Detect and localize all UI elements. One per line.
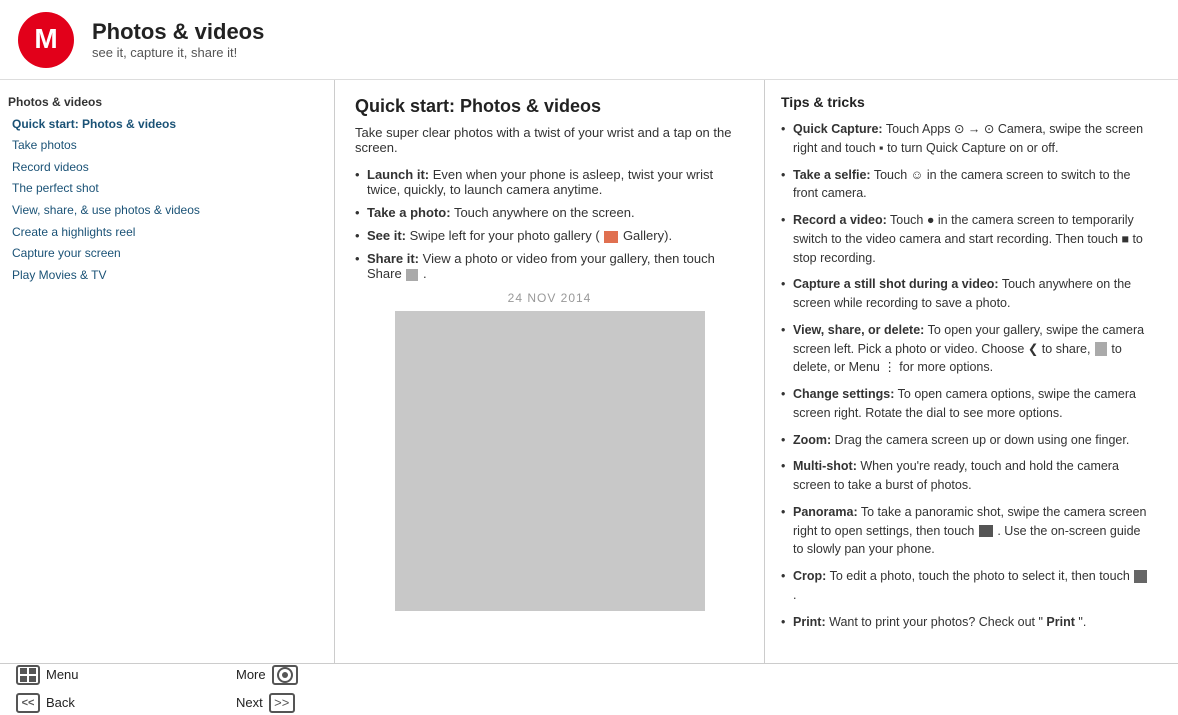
item-label: Share it: [367, 251, 419, 266]
pencil-icon [1134, 570, 1147, 583]
menu-button[interactable]: Menu [12, 663, 212, 687]
tip-label: Quick Capture: [793, 122, 883, 136]
tip-item: Capture a still shot during a video: Tou… [781, 275, 1149, 313]
item-label: Launch it: [367, 167, 429, 182]
back-icon: << [16, 693, 40, 713]
sidebar-item-perfectshot[interactable]: The perfect shot [8, 178, 326, 200]
motorola-logo: M [16, 10, 76, 70]
list-item: Share it: View a photo or video from you… [355, 251, 744, 281]
back-button[interactable]: << Back [12, 691, 212, 715]
panorama-icon [979, 525, 993, 537]
tip-item: Multi-shot: When you're ready, touch and… [781, 457, 1149, 495]
back-label: Back [46, 695, 75, 710]
tips-panel: Tips & tricks Quick Capture: Touch Apps … [765, 80, 1165, 663]
item-text-end: . [423, 266, 427, 281]
tip-label: Record a video: [793, 213, 887, 227]
footer-left: Menu << Back [12, 663, 212, 715]
tip-item: Record a video: Touch ● in the camera sc… [781, 211, 1149, 267]
page-title: Photos & videos [92, 19, 264, 45]
tip-item: Change settings: To open camera options,… [781, 385, 1149, 423]
next-icon: >> [269, 693, 295, 713]
tip-text: To edit a photo, touch the photo to sele… [830, 569, 1134, 583]
tip-text: Want to print your photos? Check out " [829, 615, 1043, 629]
tip-item: Panorama: To take a panoramic shot, swip… [781, 503, 1149, 559]
tip-label: Multi-shot: [793, 459, 857, 473]
date-label: 24 NOV 2014 [355, 291, 744, 305]
item-text: Swipe left for your photo gallery ( [410, 228, 600, 243]
gallery-icon [604, 231, 618, 243]
tips-title: Tips & tricks [781, 94, 1149, 110]
tip-item: View, share, or delete: To open your gal… [781, 321, 1149, 377]
tip-text-end: . [793, 588, 796, 602]
header-text: Photos & videos see it, capture it, shar… [92, 19, 264, 60]
footer: Menu << Back More Next >> [0, 663, 1178, 713]
content-area: Quick start: Photos & videos Take super … [335, 80, 1178, 663]
more-label: More [236, 667, 266, 682]
tip-item: Zoom: Drag the camera screen up or down … [781, 431, 1149, 450]
tip-text: Drag the camera screen up or down using … [835, 433, 1130, 447]
photo-placeholder [395, 311, 705, 611]
tip-item: Print: Want to print your photos? Check … [781, 613, 1149, 632]
item-text-cont: Gallery). [623, 228, 672, 243]
list-item: See it: Swipe left for your photo galler… [355, 228, 744, 243]
header: M Photos & videos see it, capture it, sh… [0, 0, 1178, 80]
sidebar-item-takephotos[interactable]: Take photos [8, 135, 326, 157]
sidebar-item-recordvideos[interactable]: Record videos [8, 157, 326, 179]
menu-icon [16, 665, 40, 685]
print-bold: Print [1046, 615, 1074, 629]
item-text: View a photo or video from your gallery,… [367, 251, 715, 281]
item-label: See it: [367, 228, 406, 243]
delete-icon [1095, 342, 1107, 356]
content-intro: Take super clear photos with a twist of … [355, 125, 744, 155]
svg-text:M: M [34, 23, 57, 54]
tip-label: Print: [793, 615, 826, 629]
content-list: Launch it: Even when your phone is aslee… [355, 167, 744, 281]
list-item: Take a photo: Touch anywhere on the scre… [355, 205, 744, 220]
sidebar-section-title: Photos & videos [8, 92, 326, 114]
tip-text-end: ". [1078, 615, 1086, 629]
next-label: Next [236, 695, 263, 710]
tip-item: Quick Capture: Touch Apps ⊙ → ⊙ Camera, … [781, 120, 1149, 158]
tip-label: Crop: [793, 569, 826, 583]
sidebar-item-playmovies[interactable]: Play Movies & TV [8, 265, 326, 287]
sidebar-item-viewshare[interactable]: View, share, & use photos & videos [8, 200, 326, 222]
more-icon [272, 665, 298, 685]
tip-label: Zoom: [793, 433, 831, 447]
content-title: Quick start: Photos & videos [355, 96, 744, 117]
page-subtitle: see it, capture it, share it! [92, 45, 264, 60]
sidebar: Photos & videos Quick start: Photos & vi… [0, 80, 335, 663]
menu-label: Menu [46, 667, 79, 682]
next-button[interactable]: Next >> [232, 691, 302, 715]
sidebar-item-capturescreen[interactable]: Capture your screen [8, 243, 326, 265]
footer-right: More Next >> [232, 663, 302, 715]
main-layout: Photos & videos Quick start: Photos & vi… [0, 80, 1178, 663]
sidebar-item-quickstart[interactable]: Quick start: Photos & videos [8, 114, 326, 136]
list-item: Launch it: Even when your phone is aslee… [355, 167, 744, 197]
tip-item: Take a selfie: Touch ☺ in the camera scr… [781, 166, 1149, 204]
item-text: Touch anywhere on the screen. [454, 205, 635, 220]
main-content: Quick start: Photos & videos Take super … [335, 80, 765, 663]
item-label: Take a photo: [367, 205, 451, 220]
tip-label: Capture a still shot during a video: [793, 277, 999, 291]
share-icon [406, 269, 418, 281]
tip-label: Take a selfie: [793, 168, 871, 182]
sidebar-item-highlights[interactable]: Create a highlights reel [8, 222, 326, 244]
more-button[interactable]: More [232, 663, 302, 687]
tip-item: Crop: To edit a photo, touch the photo t… [781, 567, 1149, 605]
tip-label: View, share, or delete: [793, 323, 924, 337]
tips-list: Quick Capture: Touch Apps ⊙ → ⊙ Camera, … [781, 120, 1149, 631]
tip-label: Change settings: [793, 387, 894, 401]
tip-label: Panorama: [793, 505, 858, 519]
